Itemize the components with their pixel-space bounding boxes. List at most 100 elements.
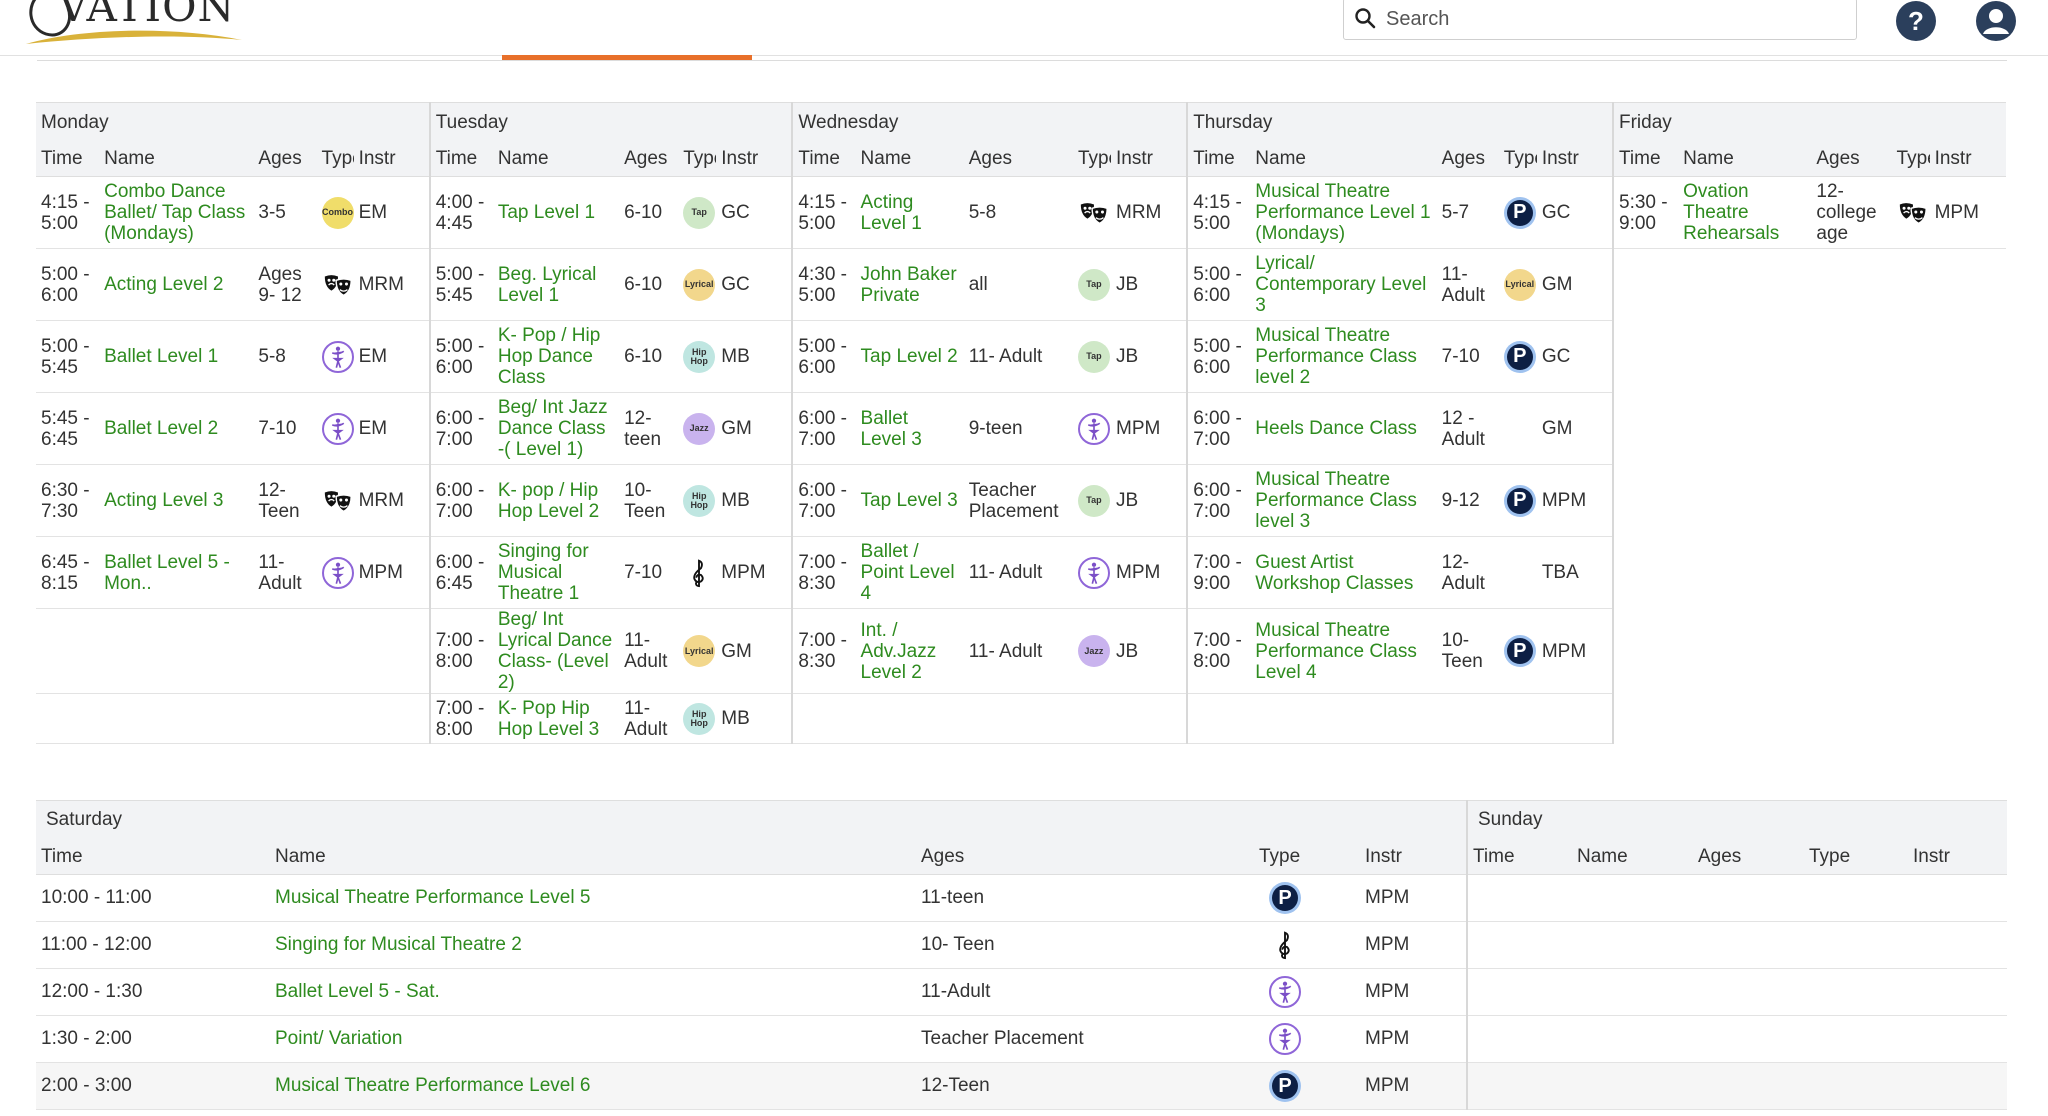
column-header-type: Type [1254,839,1360,875]
help-button[interactable]: ? [1896,1,1936,41]
class-name-link[interactable]: Musical Theatre Performance Class Level … [1255,620,1417,683]
class-name-link[interactable]: Point/ Variation [275,1028,402,1049]
class-name-link[interactable]: John Baker Private [861,264,957,306]
class-ages: 5-8 [963,176,1073,249]
class-ages: 9-12 [1436,464,1499,537]
class-name[interactable]: Singing for Musical Theatre 2 [270,921,916,969]
class-name[interactable]: Guest Artist Workshop Classes [1250,536,1437,609]
class-time: 4:15 - 5:00 [36,176,100,249]
class-name[interactable]: Beg/ Int Lyrical Dance Class- (Level 2) [492,608,620,694]
class-type-cell: Tap [1072,464,1111,537]
class-name-link[interactable]: Acting Level 1 [861,192,922,234]
class-name-link[interactable]: Beg. Lyrical Level 1 [498,264,597,306]
class-name[interactable]: Heels Dance Class [1250,392,1437,465]
day-title-wednesday: Wednesday [792,102,1189,141]
class-name-link[interactable]: Musical Theatre Performance Level 1 (Mon… [1255,181,1430,244]
class-name-link[interactable]: Beg/ Int Jazz Dance Class -( Level 1) [498,397,608,460]
class-name[interactable]: Musical Theatre Performance Class Level … [1250,608,1437,694]
class-name[interactable]: Beg/ Int Jazz Dance Class -( Level 1) [492,392,620,465]
class-name-link[interactable]: K- Pop Hip Hop Level 3 [498,698,599,740]
class-name[interactable]: Tap Level 1 [492,176,620,249]
class-name[interactable]: Ballet Level 1 [99,320,254,393]
class-name-link[interactable]: Ballet Level 2 [104,418,218,439]
class-name-link[interactable]: Heels Dance Class [1255,418,1417,439]
class-name[interactable]: Musical Theatre Performance Level 6 [270,1062,916,1110]
day-header-row: Monday Tuesday Wednesday Thursday Friday [36,102,2006,141]
class-name[interactable]: Tap Level 2 [855,320,964,393]
class-name[interactable]: Acting Level 1 [855,176,964,249]
empty-cell [1613,393,2006,465]
ovation-logo[interactable]: VATION [22,0,262,50]
class-name[interactable]: K- pop / Hip Hop Level 2 [492,464,620,537]
search-box[interactable] [1343,0,1857,40]
column-header-instr: Instr [1908,839,2008,875]
day-title-thursday: Thursday [1187,102,1614,141]
class-name-link[interactable]: Acting Level 3 [104,490,223,511]
class-name-link[interactable]: Ballet / Point Level 4 [861,541,955,604]
column-header-ages: Ages [1811,141,1892,177]
class-time: 7:00 - 8:00 [1187,608,1251,694]
class-name[interactable]: Ballet Level 3 [855,392,964,465]
class-instructor: GM [716,392,794,465]
class-name-link[interactable]: Combo Dance Ballet/ Tap Class (Mondays) [104,181,245,244]
active-tab-indicator [502,55,752,60]
class-name-link[interactable]: Tap Level 1 [498,202,595,223]
class-name[interactable]: K- Pop Hip Hop Level 3 [492,693,620,744]
class-name-link[interactable]: Int. / Adv.Jazz Level 2 [861,620,937,683]
class-name[interactable]: Ballet Level 2 [99,392,254,465]
class-name[interactable]: Ballet / Point Level 4 [855,536,964,609]
class-name-link[interactable]: Guest Artist Workshop Classes [1255,552,1413,594]
class-name[interactable]: Acting Level 2 [99,248,254,321]
class-name-link[interactable]: K- pop / Hip Hop Level 2 [498,480,599,522]
class-name[interactable]: Lyrical/ Contemporary Level 3 [1250,248,1437,321]
class-name-link[interactable]: Musical Theatre Performance Class level … [1255,325,1417,388]
class-name-link[interactable]: Ballet Level 3 [861,408,922,450]
class-name[interactable]: Tap Level 3 [855,464,964,537]
class-name-link[interactable]: Ballet Level 5 - Sat. [275,981,440,1002]
class-name-link[interactable]: Tap Level 2 [861,346,958,367]
account-button[interactable] [1976,1,2016,41]
class-name[interactable]: Acting Level 3 [99,464,254,537]
class-name[interactable]: K- Pop / Hip Hop Dance Class [492,320,620,393]
class-name-link[interactable]: Beg/ Int Lyrical Dance Class- (Level 2) [498,609,612,693]
class-name[interactable]: Int. / Adv.Jazz Level 2 [855,608,964,694]
search-input[interactable] [1384,3,1848,35]
class-type-cell [316,392,354,465]
class-name-link[interactable]: Ballet Level 1 [104,346,218,367]
class-name-link[interactable]: K- Pop / Hip Hop Dance Class [498,325,600,388]
empty-cell [1187,693,1614,744]
class-name-link[interactable]: Lyrical/ Contemporary Level 3 [1255,253,1426,316]
table-row: 5:00 - 5:45 Ballet Level 1 5-8 EM 5:00 - 6:0… [36,320,2006,393]
class-name-link[interactable]: Singing for Musical Theatre 1 [498,541,589,604]
class-name-link[interactable]: Tap Level 3 [861,490,958,511]
class-name-link[interactable]: Ballet Level 5 - Mon.. [104,552,230,594]
class-name[interactable]: Ballet Level 5 - Mon.. [99,536,254,609]
class-name-link[interactable]: Musical Theatre Performance Class level … [1255,469,1417,532]
class-name[interactable]: Musical Theatre Performance Level 1 (Mon… [1250,176,1437,249]
class-name-link[interactable]: Musical Theatre Performance Level 5 [275,887,590,908]
class-name-link[interactable]: Acting Level 2 [104,274,223,295]
column-header-row: Time Name Ages Type Instr [1467,839,2008,875]
class-name[interactable]: John Baker Private [855,248,964,321]
table-row: 12:00 - 1:30 Ballet Level 5 - Sat. 11-Adul… [36,968,1467,1016]
class-name-link[interactable]: Musical Theatre Performance Level 6 [275,1075,590,1096]
class-time: 1:30 - 2:00 [36,1015,270,1063]
class-name[interactable]: Ballet Level 5 - Sat. [270,968,916,1016]
class-name[interactable]: Singing for Musical Theatre 1 [492,536,620,609]
class-time: 10:00 - 11:00 [36,874,270,922]
table-row: 7:00 - 8:00 Beg/ Int Lyrical Dance Class-… [36,608,2006,694]
class-name-link[interactable]: Singing for Musical Theatre 2 [275,934,522,955]
class-name[interactable]: Musical Theatre Performance Class level … [1250,464,1437,537]
class-name[interactable]: Combo Dance Ballet/ Tap Class (Mondays) [99,176,254,249]
class-ages: Ages 9- 12 [253,248,317,321]
class-name[interactable]: Musical Theatre Performance Level 5 [270,874,916,922]
class-type-cell: Combo [316,176,354,249]
class-name[interactable]: Beg. Lyrical Level 1 [492,248,620,321]
class-name-link[interactable]: Ovation Theatre Rehearsals [1683,181,1779,244]
class-name[interactable]: Point/ Variation [270,1015,916,1063]
column-header-row: TimeNameAgesTypeInstrTimeNameAgesTypeIns… [36,141,2006,177]
class-ages: 9-teen [963,392,1073,465]
class-instructor: JB [1111,464,1189,537]
class-name[interactable]: Musical Theatre Performance Class level … [1250,320,1437,393]
class-name[interactable]: Ovation Theatre Rehearsals [1678,176,1812,249]
